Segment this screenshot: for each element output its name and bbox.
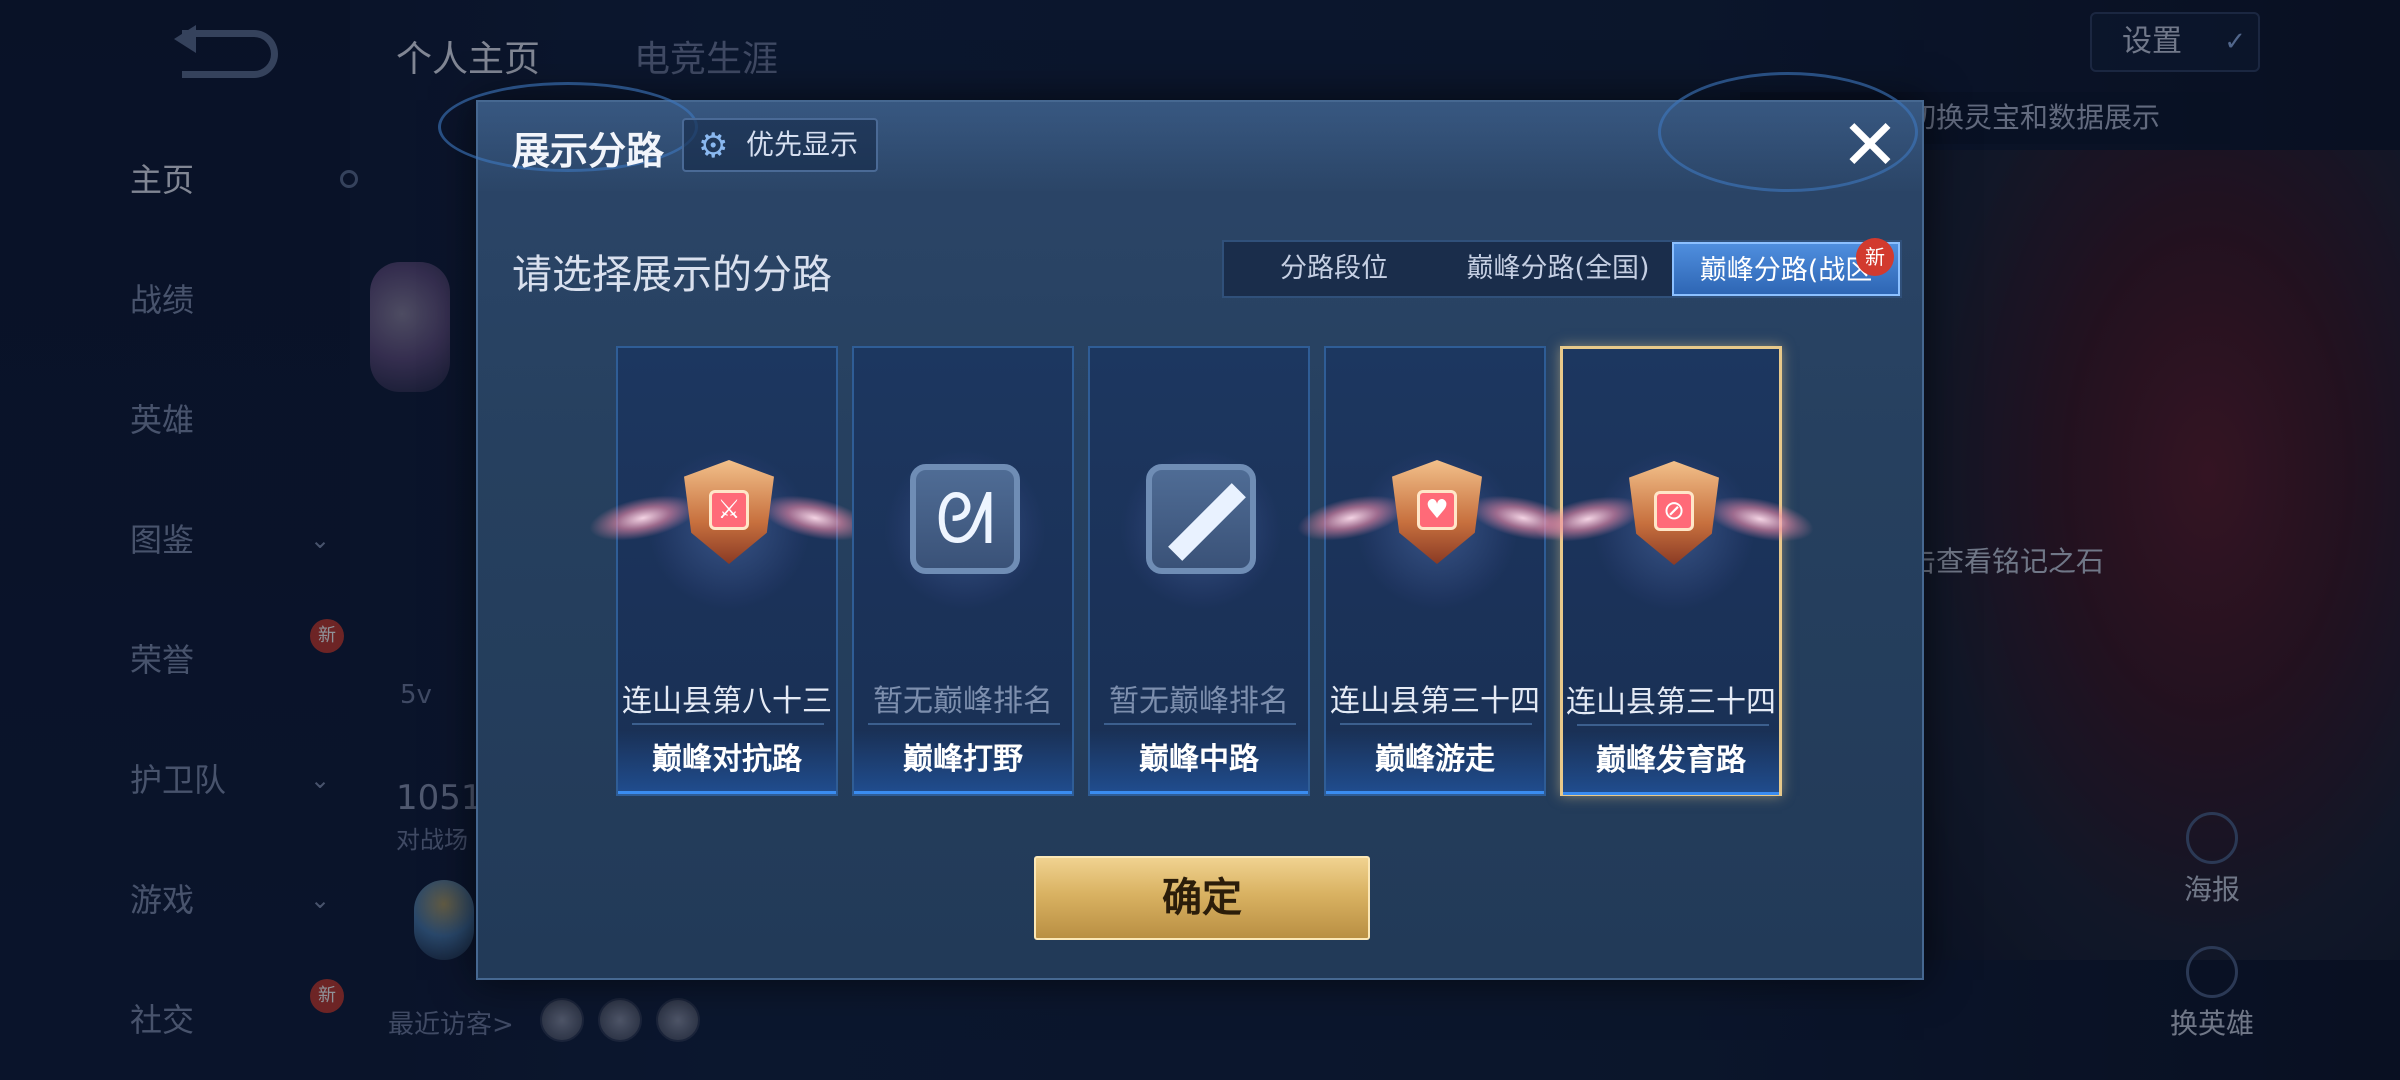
- rank-text: 暂无巅峰排名: [1109, 684, 1289, 719]
- rank-type-tabs: 分路段位 巅峰分路(全国) 巅峰分路(战区 新: [1222, 238, 1902, 298]
- gear-icon: ⚙: [698, 126, 729, 166]
- lane-card-jungle[interactable]: ᘛ 暂无巅峰排名 巅峰打野: [852, 346, 1074, 796]
- close-icon[interactable]: ✕: [1834, 110, 1906, 184]
- lane-card-farm[interactable]: ⊘ 连山县第三十四 巅峰发育路: [1530, 346, 1818, 796]
- tab-peak-national[interactable]: 巅峰分路(全国): [1444, 242, 1672, 296]
- lane-label: 巅峰对抗路: [618, 730, 836, 794]
- lane-card-roam[interactable]: ♥ 连山县第三十四 巅峰游走: [1293, 346, 1581, 796]
- target-emblem-icon: ⊘: [1654, 491, 1694, 531]
- confirm-button[interactable]: 确定: [1034, 856, 1370, 940]
- rank-text: 连山县第三十四: [1566, 685, 1776, 720]
- lane-label: 巅峰中路: [1090, 730, 1308, 794]
- lane-card-clash[interactable]: ⚔ 连山县第八十三 巅峰对抗路: [585, 346, 873, 796]
- divider: [1340, 723, 1532, 725]
- jungle-dragon-icon: ᘛ: [910, 464, 1020, 574]
- dialog-title: 展示分路: [512, 129, 665, 173]
- new-badge: 新: [1856, 238, 1894, 276]
- lane-label: 巅峰打野: [854, 730, 1072, 794]
- divider: [1104, 723, 1296, 725]
- rank-text: 连山县第八十三: [622, 684, 832, 719]
- rank-text: 暂无巅峰排名: [873, 684, 1053, 719]
- divider: [1577, 724, 1769, 726]
- divider: [632, 723, 824, 725]
- heart-emblem-icon: ♥: [1417, 490, 1457, 530]
- lane-label: 巅峰游走: [1326, 730, 1544, 794]
- lane-display-dialog: 展示分路 ⚙ 优先显示 ✕ 请选择展示的分路 分路段位 巅峰分路(全国) 巅峰分…: [438, 72, 1924, 980]
- section-title: 请选择展示的分路: [512, 252, 832, 298]
- priority-label: 优先显示: [746, 128, 859, 161]
- tab-lane-rank[interactable]: 分路段位: [1224, 242, 1444, 296]
- lane-label: 巅峰发育路: [1563, 731, 1779, 795]
- divider: [868, 723, 1060, 725]
- mid-lane-slash-icon: [1146, 464, 1256, 574]
- crossed-swords-icon: ⚔: [709, 490, 749, 530]
- priority-display-button[interactable]: ⚙ 优先显示: [682, 118, 878, 172]
- rank-text: 连山县第三十四: [1330, 684, 1540, 719]
- lane-card-mid[interactable]: 暂无巅峰排名 巅峰中路: [1088, 346, 1310, 796]
